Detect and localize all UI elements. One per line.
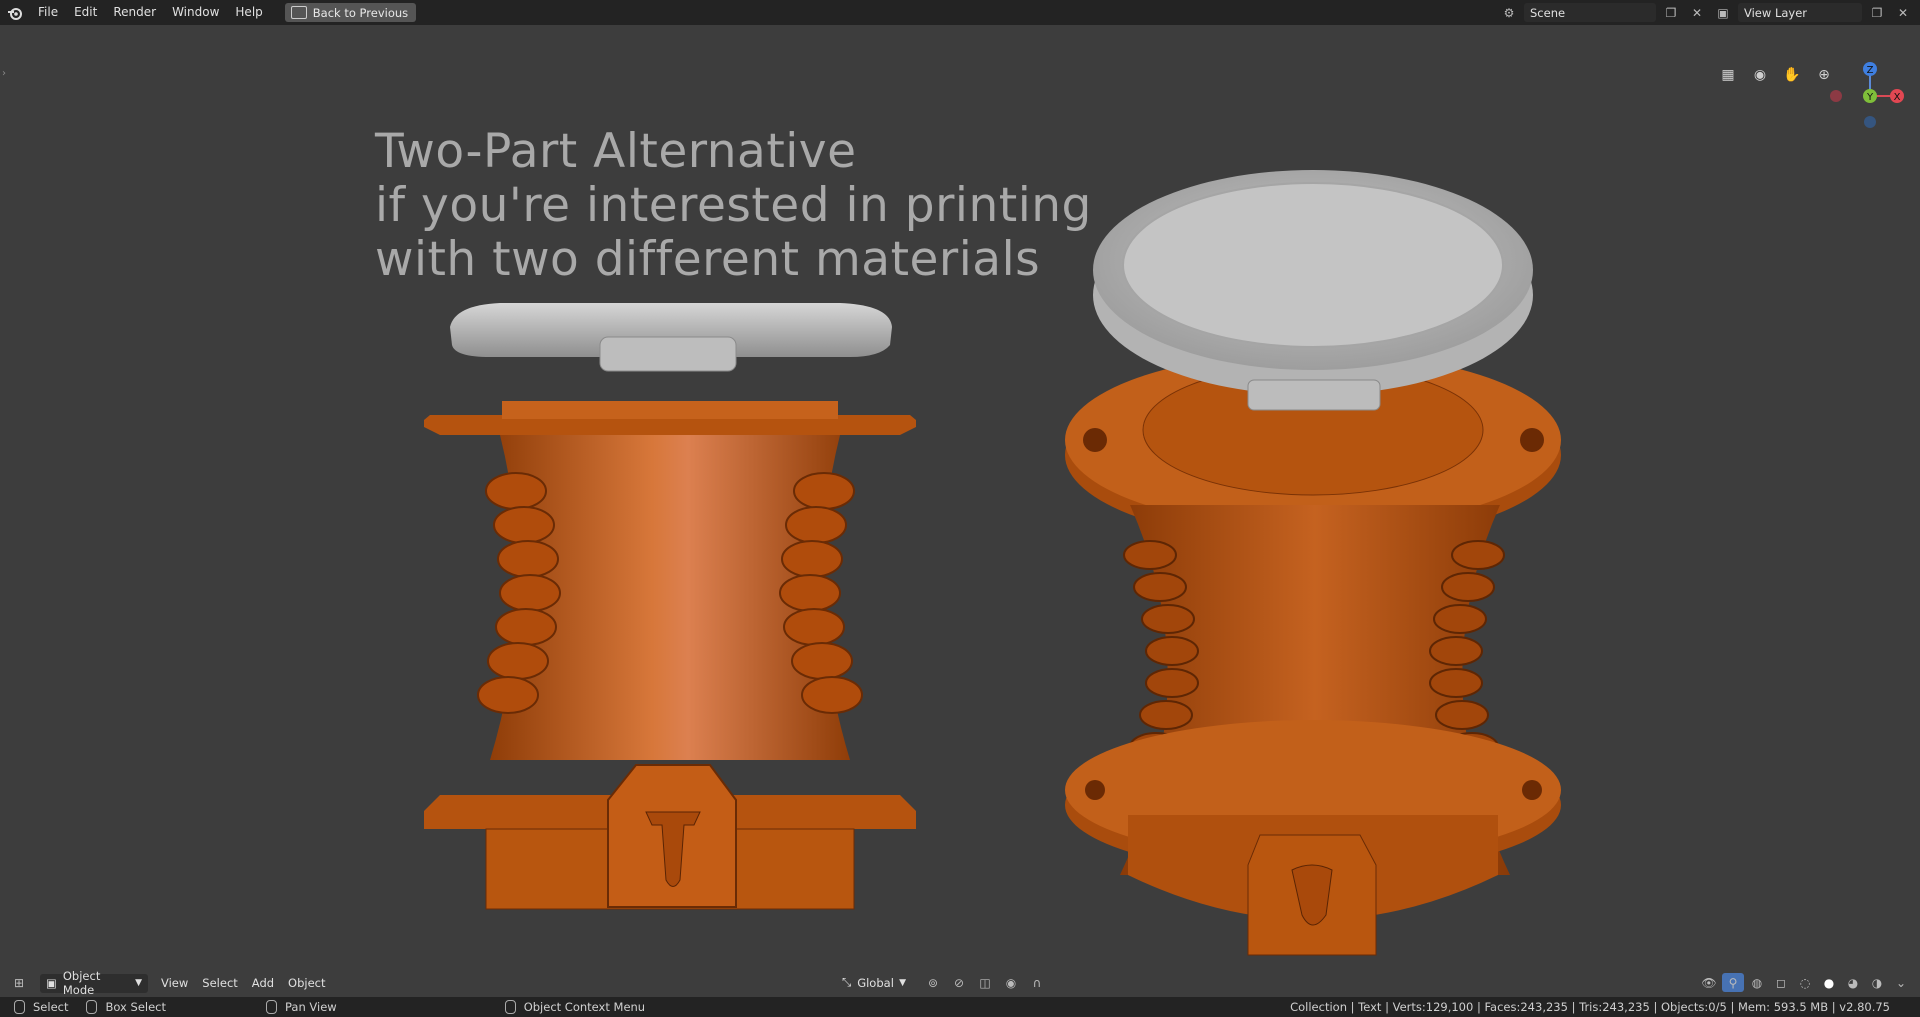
pan-hand-icon[interactable]: ✋ — [1779, 62, 1805, 88]
delete-view-layer-icon[interactable]: ✕ — [1892, 3, 1914, 22]
new-view-layer-icon[interactable]: ❐ — [1866, 3, 1888, 22]
snap-target-icon[interactable]: ◫ — [974, 973, 996, 992]
material-shading-icon[interactable]: ◕ — [1842, 973, 1864, 992]
wireframe-shading-icon[interactable]: ◌ — [1794, 973, 1816, 992]
status-box-select-label: Box Select — [105, 1000, 166, 1014]
chevron-down-icon: ▼ — [135, 978, 142, 988]
screen-icon — [290, 6, 307, 19]
overlays-icon[interactable]: ◍ — [1746, 973, 1768, 992]
xray-icon[interactable]: ◻ — [1770, 973, 1792, 992]
falloff-icon[interactable]: ∩ — [1026, 973, 1048, 992]
back-to-previous-label: Back to Previous — [312, 5, 409, 20]
scene-statistics: Collection | Text | Verts:129,100 | Face… — [1290, 1000, 1890, 1014]
menu-window[interactable]: Window — [164, 0, 227, 25]
grid-view-icon[interactable]: ▦ — [1715, 62, 1741, 88]
chevron-down-icon: ▼ — [899, 977, 906, 988]
camera-view-icon[interactable]: ◉ — [1747, 62, 1773, 88]
header-menu-add[interactable]: Add — [245, 976, 281, 990]
object-mode-dropdown[interactable]: ▣ Object Mode ▼ — [40, 969, 148, 997]
scene-field[interactable]: Scene — [1524, 3, 1656, 22]
headline-line-2: if you're interested in printing — [375, 178, 1092, 233]
status-pan-view-label: Pan View — [285, 1000, 337, 1014]
orientation-icon: ⤡ — [842, 975, 852, 989]
menu-render[interactable]: Render — [105, 0, 164, 25]
solid-shading-icon[interactable]: ● — [1818, 973, 1840, 992]
pivot-point-icon[interactable]: ⊚ — [922, 973, 944, 992]
model-perspective-view[interactable] — [1060, 135, 1580, 965]
header-menu-select[interactable]: Select — [195, 976, 244, 990]
top-bar: File Edit Render Window Help Back to Pre… — [0, 0, 1920, 25]
navigation-gizmo[interactable]: Z Y X — [1825, 57, 1915, 137]
viewport-header: ⊞ ▣ Object Mode ▼ View Select Add Object… — [0, 969, 1920, 997]
transform-orientation-label: Global — [857, 975, 894, 990]
header-menu-object[interactable]: Object — [281, 976, 332, 990]
status-box-select: Box Select — [86, 1000, 166, 1014]
view-layer-field[interactable]: View Layer — [1738, 3, 1862, 22]
status-context-menu: Object Context Menu — [504, 1000, 646, 1014]
visibility-icon[interactable]: 👁 — [1698, 973, 1720, 992]
transform-orientation-dropdown[interactable]: ⤡ Global ▼ — [836, 973, 912, 992]
headline-line-3: with two different materials — [375, 232, 1041, 287]
box-select-icon — [86, 1000, 98, 1014]
left-mouse-icon — [14, 1000, 25, 1014]
neg-x-axis-icon[interactable] — [1830, 90, 1842, 102]
menu-help[interactable]: Help — [227, 0, 270, 25]
status-select: Select — [14, 1000, 68, 1014]
view-layer-name: View Layer — [1744, 5, 1808, 20]
shading-options-icon[interactable]: ⌄ — [1890, 973, 1912, 992]
y-label: Y — [1866, 92, 1874, 103]
right-mouse-icon — [504, 1000, 516, 1014]
menu-edit[interactable]: Edit — [66, 0, 105, 25]
model-front-view[interactable] — [410, 295, 930, 925]
object-mode-icon: ▣ — [46, 976, 57, 990]
3d-viewport[interactable]: › Two-Part Alternative if you're interes… — [0, 25, 1920, 980]
transform-controls: ⤡ Global ▼ ⊚ ⊘ ◫ ◉ ∩ — [836, 973, 1048, 992]
scene-browse-icon[interactable]: ⚙ — [1498, 3, 1520, 22]
scene-controls: ⚙ Scene ❐ ✕ ▣ View Layer ❐ ✕ — [1498, 3, 1914, 22]
scene-name: Scene — [1530, 5, 1566, 20]
blender-logo-icon[interactable] — [0, 0, 30, 25]
x-label: X — [1894, 92, 1901, 103]
toolbar-expand-icon[interactable]: › — [2, 68, 6, 79]
proportional-edit-icon[interactable]: ◉ — [1000, 973, 1022, 992]
rendered-shading-icon[interactable]: ◑ — [1866, 973, 1888, 992]
status-select-label: Select — [33, 1000, 69, 1014]
snap-icon[interactable]: ⊘ — [948, 973, 970, 992]
editor-type-icon[interactable]: ⊞ — [8, 974, 30, 993]
middle-mouse-icon — [266, 1000, 277, 1014]
headline-line-1: Two-Part Alternative — [375, 124, 857, 179]
new-scene-icon[interactable]: ❐ — [1660, 3, 1682, 22]
gizmo-toggle-icon[interactable]: ⚲ — [1722, 973, 1744, 992]
status-pan-view: Pan View — [266, 1000, 337, 1014]
viewport-navigation-tools: ▦ ◉ ✋ ⊕ — [1715, 62, 1837, 88]
menu-file[interactable]: File — [30, 0, 66, 25]
object-mode-label: Object Mode — [62, 969, 101, 997]
view-layer-browse-icon[interactable]: ▣ — [1712, 3, 1734, 22]
status-bar: Select Box Select Pan View Object Contex… — [0, 997, 1920, 1017]
neg-z-axis-icon[interactable] — [1864, 116, 1876, 128]
viewport-text-object: Two-Part Alternative if you're intereste… — [375, 125, 1092, 287]
z-label: Z — [1867, 65, 1874, 76]
delete-scene-icon[interactable]: ✕ — [1686, 3, 1708, 22]
back-to-previous-button[interactable]: Back to Previous — [284, 3, 417, 22]
shading-controls: 👁 ⚲ ◍ ◻ ◌ ● ◕ ◑ ⌄ — [1698, 973, 1912, 992]
header-menu-view[interactable]: View — [154, 976, 195, 990]
status-context-menu-label: Object Context Menu — [523, 1000, 646, 1014]
